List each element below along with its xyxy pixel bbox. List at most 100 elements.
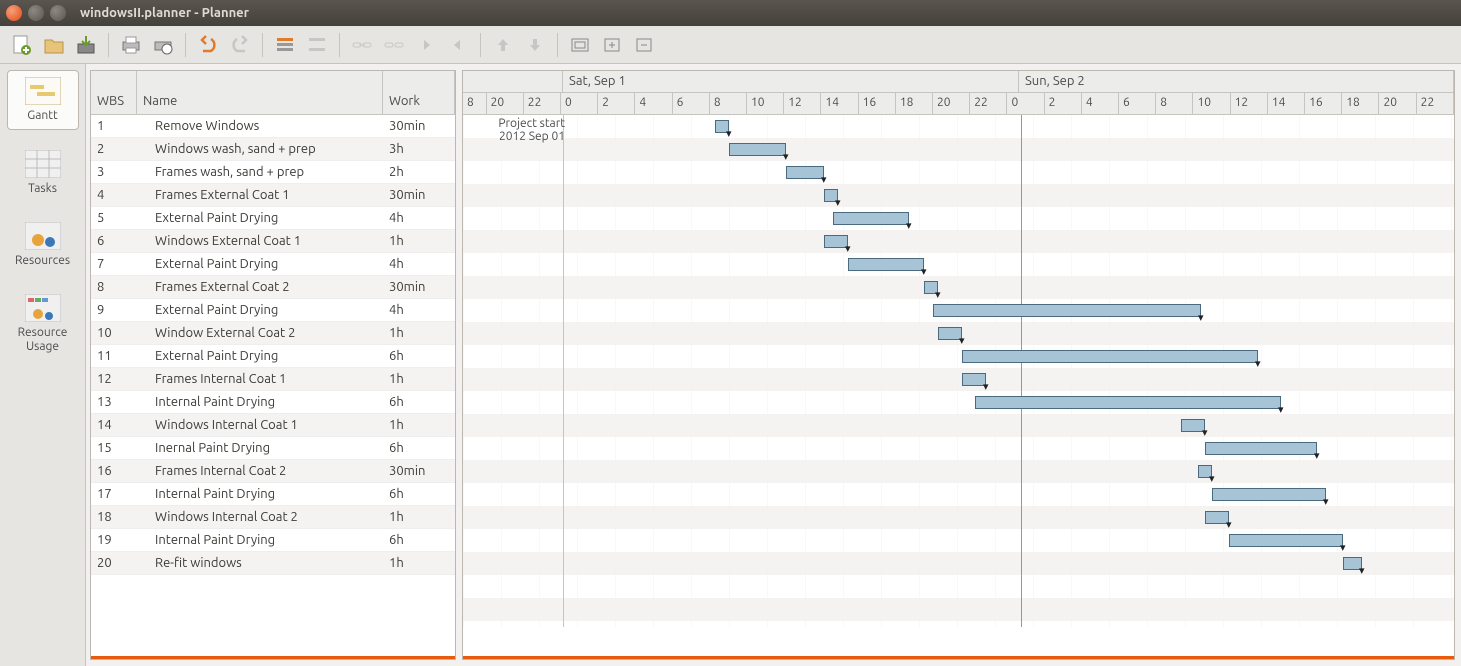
column-wbs[interactable]: WBS — [91, 71, 137, 114]
table-row[interactable]: 1Remove Windows30min — [91, 115, 455, 138]
remove-task-button[interactable] — [303, 31, 331, 59]
cell-wbs: 20 — [91, 556, 137, 570]
gantt-bar[interactable] — [786, 166, 824, 179]
table-row[interactable]: 15Inernal Paint Drying6h — [91, 437, 455, 460]
outdent-button[interactable] — [444, 31, 472, 59]
table-row[interactable]: 20Re-fit windows1h — [91, 552, 455, 575]
table-row[interactable]: 18Windows Internal Coat 21h — [91, 506, 455, 529]
gantt-bar[interactable] — [933, 304, 1201, 317]
horizontal-scrollbar[interactable] — [91, 656, 455, 659]
table-row[interactable]: 4Frames External Coat 130min — [91, 184, 455, 207]
table-row[interactable]: 5External Paint Drying4h — [91, 207, 455, 230]
gantt-bar[interactable] — [848, 258, 924, 271]
table-row[interactable]: 17Internal Paint Drying6h — [91, 483, 455, 506]
table-row[interactable]: 11External Paint Drying6h — [91, 345, 455, 368]
gantt-bar[interactable] — [833, 212, 909, 225]
hour-tick: 14 — [821, 93, 858, 114]
print-preview-button[interactable] — [149, 31, 177, 59]
cell-wbs: 9 — [91, 303, 137, 317]
table-row[interactable]: 19Internal Paint Drying6h — [91, 529, 455, 552]
cell-name: Frames External Coat 1 — [137, 188, 383, 202]
nav-gantt[interactable]: Gantt — [7, 70, 79, 130]
window-minimize-icon[interactable] — [28, 5, 44, 21]
column-name[interactable]: Name — [137, 71, 383, 114]
move-down-button[interactable] — [521, 31, 549, 59]
nav-resources[interactable]: Resources — [7, 216, 79, 274]
gantt-body[interactable]: ▾▾▾▾▾▾▾▾▾▾▾▾▾▾▾▾▾▾▾▾ Project start 2012 … — [463, 115, 1454, 659]
zoom-out-button[interactable] — [630, 31, 658, 59]
task-list-header: WBS Name Work — [91, 71, 455, 115]
dependency-arrow-icon: ▾ — [921, 265, 927, 278]
cell-work: 30min — [383, 188, 455, 202]
undo-button[interactable] — [194, 31, 222, 59]
cell-wbs: 10 — [91, 326, 137, 340]
dependency-arrow-icon: ▾ — [906, 219, 912, 232]
open-file-button[interactable] — [40, 31, 68, 59]
hour-tick: 4 — [1082, 93, 1119, 114]
window-titlebar[interactable]: windowsII.planner - Planner — [0, 0, 1461, 26]
day-header: Sat, Sep 1 — [563, 71, 1019, 92]
table-row[interactable]: 14Windows Internal Coat 11h — [91, 414, 455, 437]
gantt-bar[interactable] — [975, 396, 1281, 409]
move-up-button[interactable] — [489, 31, 517, 59]
window-close-icon[interactable] — [6, 5, 22, 21]
dependency-arrow-icon: ▾ — [783, 150, 789, 163]
link-button[interactable] — [348, 31, 376, 59]
gantt-bar[interactable] — [1229, 534, 1343, 547]
table-row[interactable]: 10Window External Coat 21h — [91, 322, 455, 345]
cell-work: 30min — [383, 119, 455, 133]
unlink-button[interactable] — [380, 31, 408, 59]
nav-resource-usage[interactable]: Resource Usage — [7, 288, 79, 360]
hour-tick: 10 — [1193, 93, 1230, 114]
table-row[interactable]: 16Frames Internal Coat 230min — [91, 460, 455, 483]
resource-usage-icon — [25, 294, 61, 322]
new-file-button[interactable] — [8, 31, 36, 59]
dependency-arrow-icon: ▾ — [1314, 449, 1320, 462]
hour-tick: 4 — [635, 93, 672, 114]
gantt-bar[interactable] — [1205, 442, 1317, 455]
zoom-fit-button[interactable] — [566, 31, 594, 59]
cell-wbs: 18 — [91, 510, 137, 524]
table-row[interactable]: 9External Paint Drying4h — [91, 299, 455, 322]
nav-tasks[interactable]: Tasks — [7, 144, 79, 202]
gantt-bar[interactable] — [729, 143, 786, 156]
insert-task-button[interactable] — [271, 31, 299, 59]
cell-name: Re-fit windows — [137, 556, 383, 570]
zoom-in-button[interactable] — [598, 31, 626, 59]
table-row[interactable]: 3Frames wash, sand + prep2h — [91, 161, 455, 184]
gantt-bar[interactable] — [962, 350, 1258, 363]
column-work[interactable]: Work — [383, 71, 455, 114]
gantt-bar[interactable] — [1212, 488, 1326, 501]
cell-work: 4h — [383, 211, 455, 225]
dependency-arrow-icon: ▾ — [1226, 518, 1232, 531]
window-maximize-icon[interactable] — [50, 5, 66, 21]
task-rows[interactable]: 1Remove Windows30min2Windows wash, sand … — [91, 115, 455, 656]
hour-tick: 2 — [1045, 93, 1082, 114]
table-row[interactable]: 2Windows wash, sand + prep3h — [91, 138, 455, 161]
table-row[interactable]: 12Frames Internal Coat 11h — [91, 368, 455, 391]
save-button[interactable] — [72, 31, 100, 59]
hour-tick: 0 — [561, 93, 598, 114]
cell-wbs: 5 — [91, 211, 137, 225]
cell-work: 6h — [383, 533, 455, 547]
cell-work: 1h — [383, 326, 455, 340]
hour-tick: 20 — [933, 93, 970, 114]
window-title: windowsII.planner - Planner — [80, 6, 249, 20]
hour-tick: 10 — [747, 93, 784, 114]
table-row[interactable]: 8Frames External Coat 230min — [91, 276, 455, 299]
cell-work: 6h — [383, 487, 455, 501]
table-row[interactable]: 13Internal Paint Drying6h — [91, 391, 455, 414]
hour-tick: 2 — [598, 93, 635, 114]
hour-tick: 8 — [1156, 93, 1193, 114]
gantt-icon — [25, 77, 61, 105]
indent-button[interactable] — [412, 31, 440, 59]
redo-button[interactable] — [226, 31, 254, 59]
hour-tick: 18 — [896, 93, 933, 114]
print-button[interactable] — [117, 31, 145, 59]
table-row[interactable]: 7External Paint Drying4h — [91, 253, 455, 276]
cell-wbs: 3 — [91, 165, 137, 179]
dependency-arrow-icon: ▾ — [1323, 495, 1329, 508]
gantt-horizontal-scrollbar[interactable] — [463, 656, 1454, 659]
cell-wbs: 12 — [91, 372, 137, 386]
table-row[interactable]: 6Windows External Coat 11h — [91, 230, 455, 253]
